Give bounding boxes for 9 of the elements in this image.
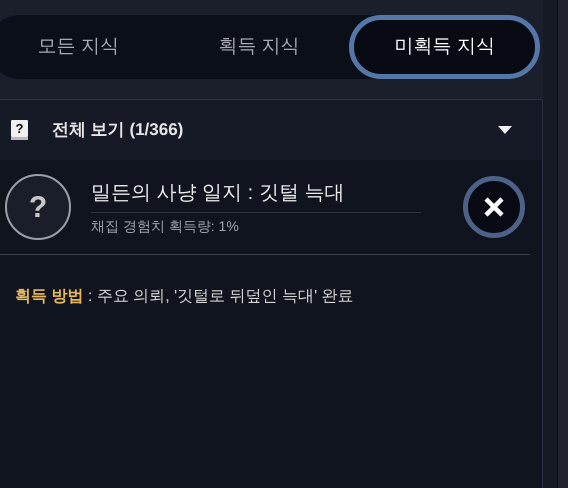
tab[interactable]: 획득 지식: [168, 15, 350, 79]
item-title: 밀든의 사냥 일지 : 깃털 늑대: [91, 178, 421, 212]
unknown-item-icon: ?: [5, 174, 71, 240]
tab[interactable]: 미획득 지식: [349, 15, 540, 79]
item-subtitle: 채집 경험치 획득량: 1%: [91, 216, 240, 236]
filter-dropdown[interactable]: ? 전체 보기 (1/366): [0, 100, 542, 160]
filter-label: 전체 보기 (1/366): [52, 119, 184, 142]
acquisition-method: 획득 방법 : 주요 의뢰, '깃털로 뒤덮인 늑대' 완료: [15, 287, 355, 307]
tab[interactable]: 모든 지식: [0, 15, 169, 79]
